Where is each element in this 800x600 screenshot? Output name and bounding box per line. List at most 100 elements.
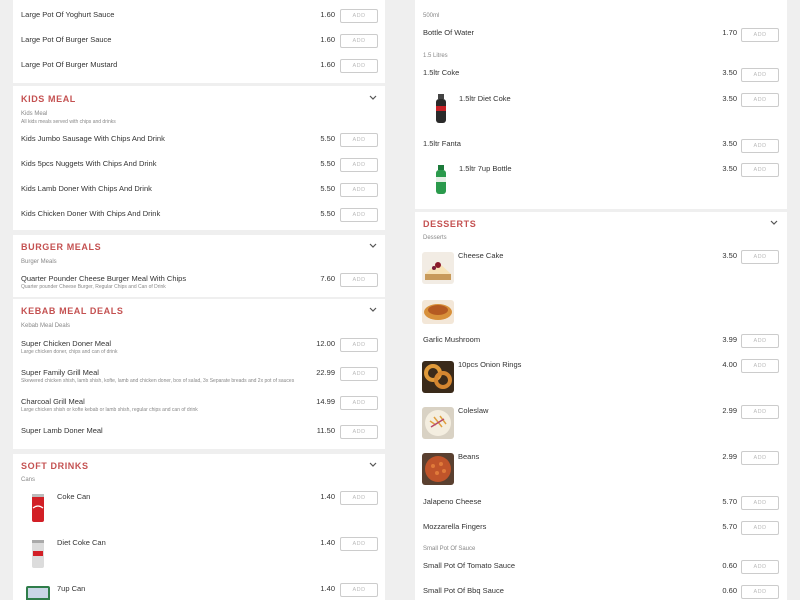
item-price: 5.50 — [320, 209, 335, 218]
add-button[interactable]: ADD — [340, 491, 378, 505]
add-button[interactable]: ADD — [340, 583, 378, 597]
add-button[interactable]: ADD — [741, 93, 779, 107]
item-name: Coke Can — [57, 492, 91, 501]
add-button[interactable]: ADD — [340, 273, 378, 287]
add-button[interactable]: ADD — [340, 133, 378, 147]
item-name: Super Family Grill Meal — [21, 368, 99, 377]
subsection-title: 500ml — [423, 13, 440, 19]
add-button[interactable]: ADD — [741, 451, 779, 465]
list-item: 1.5ltr Coke 3.50 ADD — [415, 62, 787, 87]
item-price: 11.50 — [316, 426, 335, 435]
cheese-cake-image — [422, 252, 454, 284]
subsection-title: Cans — [21, 477, 36, 483]
add-button[interactable]: ADD — [340, 396, 378, 410]
item-name: 1.5ltr Diet Coke — [459, 94, 511, 103]
list-item: Large Pot Of Yoghurt Sauce 1.60 ADD — [13, 0, 385, 25]
item-name: 7up Can — [57, 584, 86, 593]
list-item: Quarter Pounder Cheese Burger Meal With … — [13, 271, 385, 295]
add-button[interactable]: ADD — [741, 68, 779, 82]
add-button[interactable]: ADD — [340, 338, 378, 352]
item-name: Quarter Pounder Cheese Burger Meal With … — [21, 274, 187, 283]
item-name: Beans — [458, 452, 480, 461]
add-button[interactable]: ADD — [741, 139, 779, 153]
add-button[interactable]: ADD — [340, 537, 378, 551]
sauces-card: Large Pot Of Yoghurt Sauce 1.60 ADD Larg… — [13, 0, 385, 83]
chevron-down-icon[interactable] — [369, 95, 379, 105]
7up-can-image — [22, 584, 54, 600]
kids-meal-section: KIDS MEAL Kids Meal All kids meals serve… — [13, 86, 385, 230]
add-button[interactable]: ADD — [741, 334, 779, 348]
chevron-down-icon[interactable] — [770, 220, 780, 230]
item-price: 5.50 — [320, 134, 335, 143]
item-price: 1.40 — [320, 584, 335, 593]
coke-can-image — [22, 492, 54, 524]
list-item: Super Family Grill Meal Skewered chicken… — [13, 365, 385, 394]
item-name: Kids Chicken Doner With Chips And Drink — [21, 209, 161, 218]
item-name: Kids Jumbo Sausage With Chips And Drink — [21, 134, 165, 143]
item-price: 5.50 — [320, 159, 335, 168]
burger-meals-section: BURGER MEALS Burger Meals Quarter Pounde… — [13, 235, 385, 297]
item-price: 0.60 — [722, 561, 737, 570]
item-name: 1.5ltr 7up Bottle — [459, 164, 512, 173]
subsection-title: Kebab Meal Deals — [21, 323, 71, 329]
list-item: Cheese Cake 3.50 ADD — [415, 246, 787, 292]
item-name: Cheese Cake — [458, 251, 504, 260]
list-item: Coleslaw 2.99 ADD — [415, 401, 787, 447]
add-button[interactable]: ADD — [741, 359, 779, 373]
item-name: Small Pot Of Bbq Sauce — [423, 586, 504, 595]
list-item: Charcoal Grill Meal Large chicken shish … — [13, 394, 385, 423]
list-item: Large Pot Of Burger Mustard 1.60 ADD — [13, 50, 385, 75]
item-name: Large Pot Of Burger Sauce — [21, 35, 112, 44]
item-price: 12.00 — [316, 339, 335, 348]
add-button[interactable]: ADD — [340, 158, 378, 172]
item-price: 2.99 — [722, 452, 737, 461]
item-name: Kids 5pcs Nuggets With Chips And Drink — [21, 159, 157, 168]
item-price: 2.99 — [722, 406, 737, 415]
list-item: Mozzarella Fingers 5.70 ADD — [415, 518, 787, 543]
item-name: Mozzarella Fingers — [423, 522, 487, 531]
diet-coke-can-image — [22, 538, 54, 570]
add-button[interactable]: ADD — [340, 425, 378, 439]
add-button[interactable]: ADD — [741, 163, 779, 177]
add-button[interactable]: ADD — [741, 585, 779, 599]
list-item: Beans 2.99 ADD — [415, 447, 787, 493]
chevron-down-icon[interactable] — [369, 243, 379, 253]
item-price: 3.50 — [722, 251, 737, 260]
list-item: Garlic Mushroom 3.99 ADD — [415, 327, 787, 352]
kebab-meal-deals-section: KEBAB MEAL DEALS Kebab Meal Deals Super … — [13, 299, 385, 449]
list-item: Large Pot Of Burger Sauce 1.60 ADD — [13, 25, 385, 50]
chevron-down-icon[interactable] — [369, 462, 379, 472]
item-name: Super Chicken Doner Meal — [21, 339, 112, 348]
item-name: Large Pot Of Yoghurt Sauce — [21, 10, 115, 19]
list-item: 10pcs Onion Rings 4.00 ADD — [415, 355, 787, 401]
item-name: Bottle Of Water — [423, 28, 474, 37]
add-button[interactable]: ADD — [741, 405, 779, 419]
item-price: 5.70 — [722, 522, 737, 531]
item-price: 1.60 — [320, 10, 335, 19]
add-button[interactable]: ADD — [741, 250, 779, 264]
add-button[interactable]: ADD — [741, 521, 779, 535]
add-button[interactable]: ADD — [340, 367, 378, 381]
list-item: Diet Coke Can 1.40 ADD — [13, 534, 385, 580]
add-button[interactable]: ADD — [741, 560, 779, 574]
add-button[interactable]: ADD — [340, 9, 378, 23]
item-name: Jalapeno Cheese — [423, 497, 482, 506]
list-item: Bottle Of Water 1.70 ADD — [415, 22, 787, 47]
add-button[interactable]: ADD — [741, 28, 779, 42]
item-price: 1.60 — [320, 60, 335, 69]
item-name: Large Pot Of Burger Mustard — [21, 60, 118, 69]
chevron-down-icon[interactable] — [369, 307, 379, 317]
item-price: 3.50 — [722, 94, 737, 103]
list-item: Small Pot Of Tomato Sauce 0.60 ADD — [415, 556, 787, 581]
beans-image — [422, 453, 454, 485]
item-name: 10pcs Onion Rings — [458, 360, 522, 369]
soft-drinks-section: SOFT DRINKS Cans Coke Can 1.40 ADD Diet … — [13, 454, 385, 600]
add-button[interactable]: ADD — [741, 496, 779, 510]
list-item: Small Pot Of Bbq Sauce 0.60 ADD — [415, 581, 787, 600]
add-button[interactable]: ADD — [340, 183, 378, 197]
add-button[interactable]: ADD — [340, 208, 378, 222]
7up-bottle-image — [425, 163, 457, 195]
add-button[interactable]: ADD — [340, 34, 378, 48]
add-button[interactable]: ADD — [340, 59, 378, 73]
item-price: 4.00 — [722, 360, 737, 369]
